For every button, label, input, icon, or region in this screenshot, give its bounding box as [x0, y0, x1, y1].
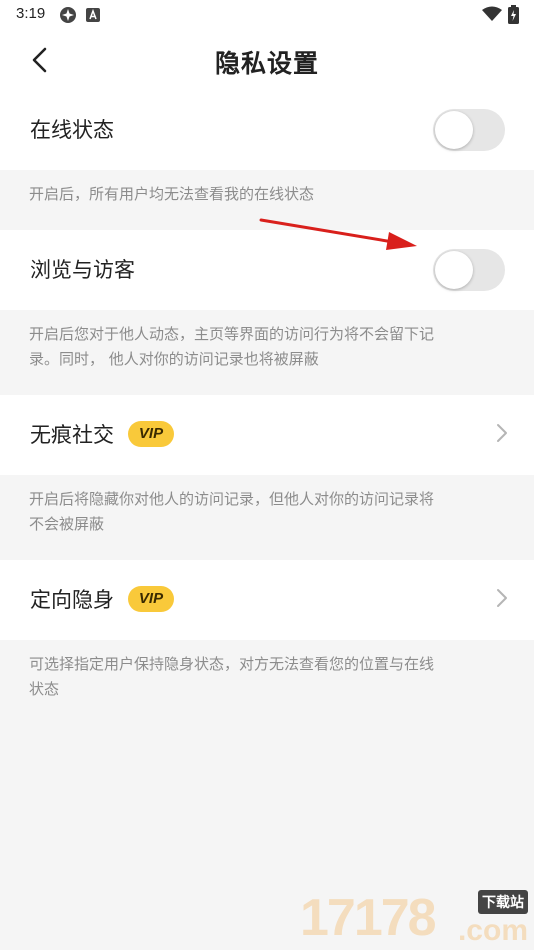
setting-label: 无痕社交 VIP	[30, 419, 174, 449]
setting-description: 可选择指定用户保持隐身状态，对方无法查看您的位置与在线 状态	[29, 652, 499, 702]
status-time: 3:19	[16, 5, 46, 22]
description-line: 录。同时， 他人对你的访问记录也将被屏蔽	[29, 350, 319, 368]
nav-bar: 隐私设置	[0, 30, 534, 91]
setting-label-text: 无痕社交	[30, 423, 114, 447]
description-line: 开启后将隐藏你对他人的访问记录，但他人对你的访问记录将	[29, 490, 435, 508]
browse-visitors-toggle[interactable]	[433, 249, 505, 291]
setting-label: 浏览与访客	[30, 258, 135, 282]
online-status-toggle[interactable]	[433, 109, 505, 151]
setting-row-online-status: 在线状态	[0, 90, 534, 170]
description-line: 不会被屏蔽	[29, 515, 105, 533]
description-line: 开启后您对于他人动态，主页等界面的访问行为将不会留下记	[29, 325, 435, 343]
setting-description: 开启后您对于他人动态，主页等界面的访问行为将不会留下记 录。同时， 他人对你的访…	[29, 322, 499, 372]
toggle-knob	[435, 111, 473, 149]
watermark-suffix: .com	[457, 914, 528, 947]
wifi-icon	[482, 6, 502, 26]
page-title: 隐私设置	[214, 49, 319, 78]
description-line: 可选择指定用户保持隐身状态，对方无法查看您的位置与在线	[29, 655, 435, 673]
setting-description: 开启后，所有用户均无法查看我的在线状态	[29, 185, 315, 203]
annotation-arrow	[259, 218, 417, 250]
setting-label: 在线状态	[30, 118, 114, 142]
watermark-tag: 下载站	[478, 890, 528, 914]
status-bar: 3:19	[0, 0, 534, 30]
a-icon	[86, 7, 100, 26]
setting-row-traceless-social[interactable]: 无痕社交 VIP	[0, 395, 534, 475]
setting-description: 开启后将隐藏你对他人的访问记录，但他人对你的访问记录将 不会被屏蔽	[29, 487, 499, 537]
chevron-right-icon	[497, 589, 507, 607]
watermark-digits: 17178	[300, 889, 437, 947]
setting-label: 定向隐身 VIP	[30, 584, 174, 614]
vip-badge: VIP	[128, 586, 174, 612]
toggle-knob	[435, 251, 473, 289]
settings-icon	[59, 6, 77, 28]
setting-row-targeted-invisible[interactable]: 定向隐身 VIP	[0, 560, 534, 640]
battery-charging-icon	[508, 5, 519, 28]
privacy-settings-screen: 3:19 隐私设置 在线状态 开启后，所有用户均无法查看我的在线状态 浏览与访客…	[0, 0, 534, 950]
chevron-right-icon	[497, 424, 507, 442]
vip-badge: VIP	[128, 421, 174, 447]
watermark-logo: 17178 下载站 .com	[300, 888, 530, 950]
description-line: 状态	[29, 680, 60, 698]
setting-label-text: 定向隐身	[30, 588, 114, 612]
